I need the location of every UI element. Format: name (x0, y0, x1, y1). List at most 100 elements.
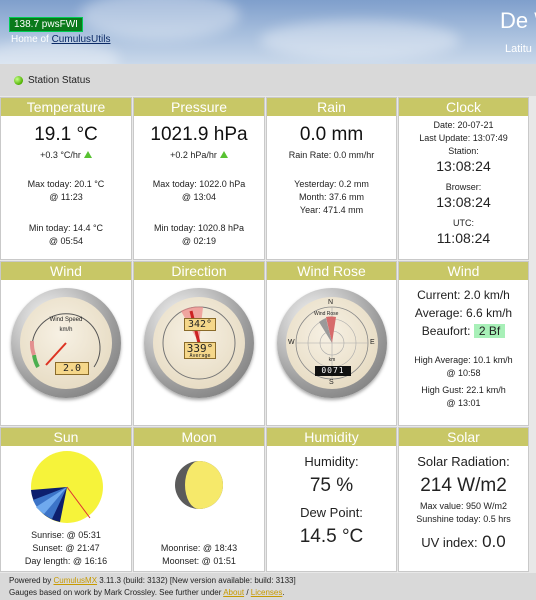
solar-panel: Solar Solar Radiation: 214 W/m2 Max valu… (398, 427, 529, 572)
wind-run-odometer: 0071 (315, 366, 351, 376)
fwi-badge[interactable]: 138.7 pwsFWI (9, 17, 83, 32)
direction-lcd-current: 342° (184, 318, 216, 331)
wind-text-title: Wind (399, 262, 528, 280)
sun-title: Sun (1, 428, 131, 446)
rain-year: Year: 471.4 mm (299, 205, 364, 215)
footer-credits: Gauges based on work by Mark Crossley. S… (9, 588, 224, 597)
temperature-max-time: @ 11:23 (49, 192, 83, 202)
beaufort-badge: 2 Bf (473, 324, 506, 338)
compass-e: E (370, 339, 375, 346)
rain-value: 0.0 mm (299, 124, 364, 145)
status-led-icon[interactable] (14, 76, 23, 85)
beaufort-row: Beaufort: 2 Bf (399, 324, 528, 338)
humidity-value: 75 % (309, 475, 354, 496)
clock-title: Clock (399, 98, 528, 116)
wind-speed-dial: Wind Speed km/h (20, 297, 112, 389)
moonrise: Moonrise: @ 18:43 (160, 543, 238, 553)
clock-station-time: 13:08:24 (436, 158, 491, 174)
direction-average-caption: Average (189, 353, 211, 359)
compass-w: W (288, 339, 295, 346)
rain-rate: Rain Rate: 0.0 mm/hr (288, 150, 375, 160)
moonset: Moonset: @ 01:51 (162, 556, 236, 566)
wind-average: Average: 6.6 km/h (414, 306, 513, 320)
site-subtitle: Latitu (505, 43, 532, 55)
solar-radiation-value: 214 W/m2 (420, 475, 507, 496)
wind-high-gust: High Gust: 22.1 km/h (421, 385, 506, 395)
wind-current: Current: 2.0 km/h (417, 288, 510, 302)
day-length: Day length: @ 16:16 (24, 556, 108, 566)
footer-sep: / (244, 588, 251, 597)
moon-title: Moon (134, 428, 264, 446)
wind-speed-lcd: 2.0 (55, 362, 89, 375)
wind-rose-title: Wind Rose (267, 262, 396, 280)
moon-phase-icon (175, 461, 223, 509)
home-prefix: Home of (11, 34, 52, 45)
cumulusmx-link[interactable]: CumulusMX (53, 576, 97, 585)
wind-rose-panel: Wind Rose Wind Rose N S E W km 0071 (266, 261, 397, 426)
trend-up-icon (219, 151, 228, 158)
home-link[interactable]: CumulusUtils (52, 34, 111, 45)
footer-powered-prefix: Powered by (9, 576, 54, 585)
sun-path-chart (31, 451, 103, 523)
pressure-value: 1021.9 hPa (150, 124, 248, 145)
uv-value: 0.0 (482, 532, 506, 551)
wind-rose-label: Wind Rose (314, 311, 339, 317)
station-status-label[interactable]: Station Status (28, 75, 90, 86)
rain-title: Rain (267, 98, 396, 116)
rain-panel: Rain 0.0 mm Rain Rate: 0.0 mm/hr Yesterd… (266, 97, 397, 260)
moon-panel: Moon Moonrise: @ 18:43 Moonset: @ 01:51 (133, 427, 265, 572)
wind-rose-unit: km (328, 357, 336, 363)
wind-high-gust-time: @ 13:01 (446, 398, 481, 408)
sunrise: Sunrise: @ 05:31 (31, 530, 101, 540)
temperature-value: 19.1 °C (34, 124, 98, 145)
pressure-max: Max today: 1022.0 hPa (152, 179, 246, 189)
direction-title: Direction (134, 262, 264, 280)
sunshine-today: Sunshine today: 0.5 hrs (416, 514, 511, 524)
direction-lcd-average: 339° Average (184, 342, 216, 359)
temperature-min: Min today: 14.4 °C (28, 223, 104, 233)
clock-utc-label: UTC: (453, 218, 474, 228)
clock-browser-label: Browser: (445, 182, 482, 192)
compass-s: S (329, 379, 334, 386)
humidity-title: Humidity (267, 428, 396, 446)
wind-dial-label: Wind Speed (49, 317, 83, 323)
wind-high-average-time: @ 10:58 (446, 368, 481, 378)
temperature-panel: Temperature 19.1 °C +0.3 °C/hr Max today… (0, 97, 132, 260)
wind-text-panel: Wind Current: 2.0 km/h Average: 6.6 km/h… (398, 261, 529, 426)
humidity-panel: Humidity Humidity: 75 % Dew Point: 14.5 … (266, 427, 397, 572)
pressure-title: Pressure (134, 98, 264, 116)
wind-dial-ticks (29, 313, 101, 368)
footer-line-2: Gauges based on work by Mark Crossley. S… (9, 588, 285, 597)
temperature-trend: +0.3 °C/hr (40, 150, 81, 160)
temperature-max: Max today: 20.1 °C (27, 179, 105, 189)
sun-panel: Sun Sunrise: @ 05:31 Sunset: @ 21:47 Day… (0, 427, 132, 572)
compass-n: N (328, 299, 334, 306)
uv-label: UV index: (421, 535, 478, 550)
rain-yesterday: Yesterday: 0.2 mm (294, 179, 369, 189)
solar-radiation-label: Solar Radiation: (417, 454, 510, 469)
trend-up-icon (83, 151, 92, 158)
humidity-label: Humidity: (304, 454, 359, 469)
temperature-min-time: @ 05:54 (48, 236, 84, 246)
pressure-min-time: @ 02:19 (181, 236, 217, 246)
pressure-trend: +0.2 hPa/hr (170, 150, 217, 160)
clock-browser-time: 13:08:24 (436, 194, 491, 210)
clock-date: Date: 20-07-21 (433, 120, 494, 130)
sunset: Sunset: @ 21:47 (32, 543, 100, 553)
clock-last-update: Last Update: 13:07:49 (419, 133, 508, 143)
dew-point-value: 14.5 °C (299, 526, 364, 547)
solar-title: Solar (399, 428, 528, 446)
beaufort-label: Beaufort: (421, 324, 471, 338)
wind-gauge-title: Wind (1, 262, 131, 280)
licenses-link[interactable]: Licenses (251, 588, 283, 597)
page-header: 138.7 pwsFWI Home of CumulusUtils De W L… (0, 0, 536, 64)
about-link[interactable]: About (223, 588, 244, 597)
page-footer: Powered by CumulusMX 3.11.3 (build: 3132… (0, 573, 536, 600)
direction-panel: Direction 342° 339° Average (133, 261, 265, 426)
clock-station-label: Station: (448, 146, 479, 156)
footer-line-1: Powered by CumulusMX 3.11.3 (build: 3132… (9, 576, 296, 585)
pressure-panel: Pressure 1021.9 hPa +0.2 hPa/hr Max toda… (133, 97, 265, 260)
wind-high-average: High Average: 10.1 km/h (414, 355, 513, 365)
pressure-min: Min today: 1020.8 hPa (153, 223, 245, 233)
wind-dial-unit: km/h (59, 327, 73, 333)
